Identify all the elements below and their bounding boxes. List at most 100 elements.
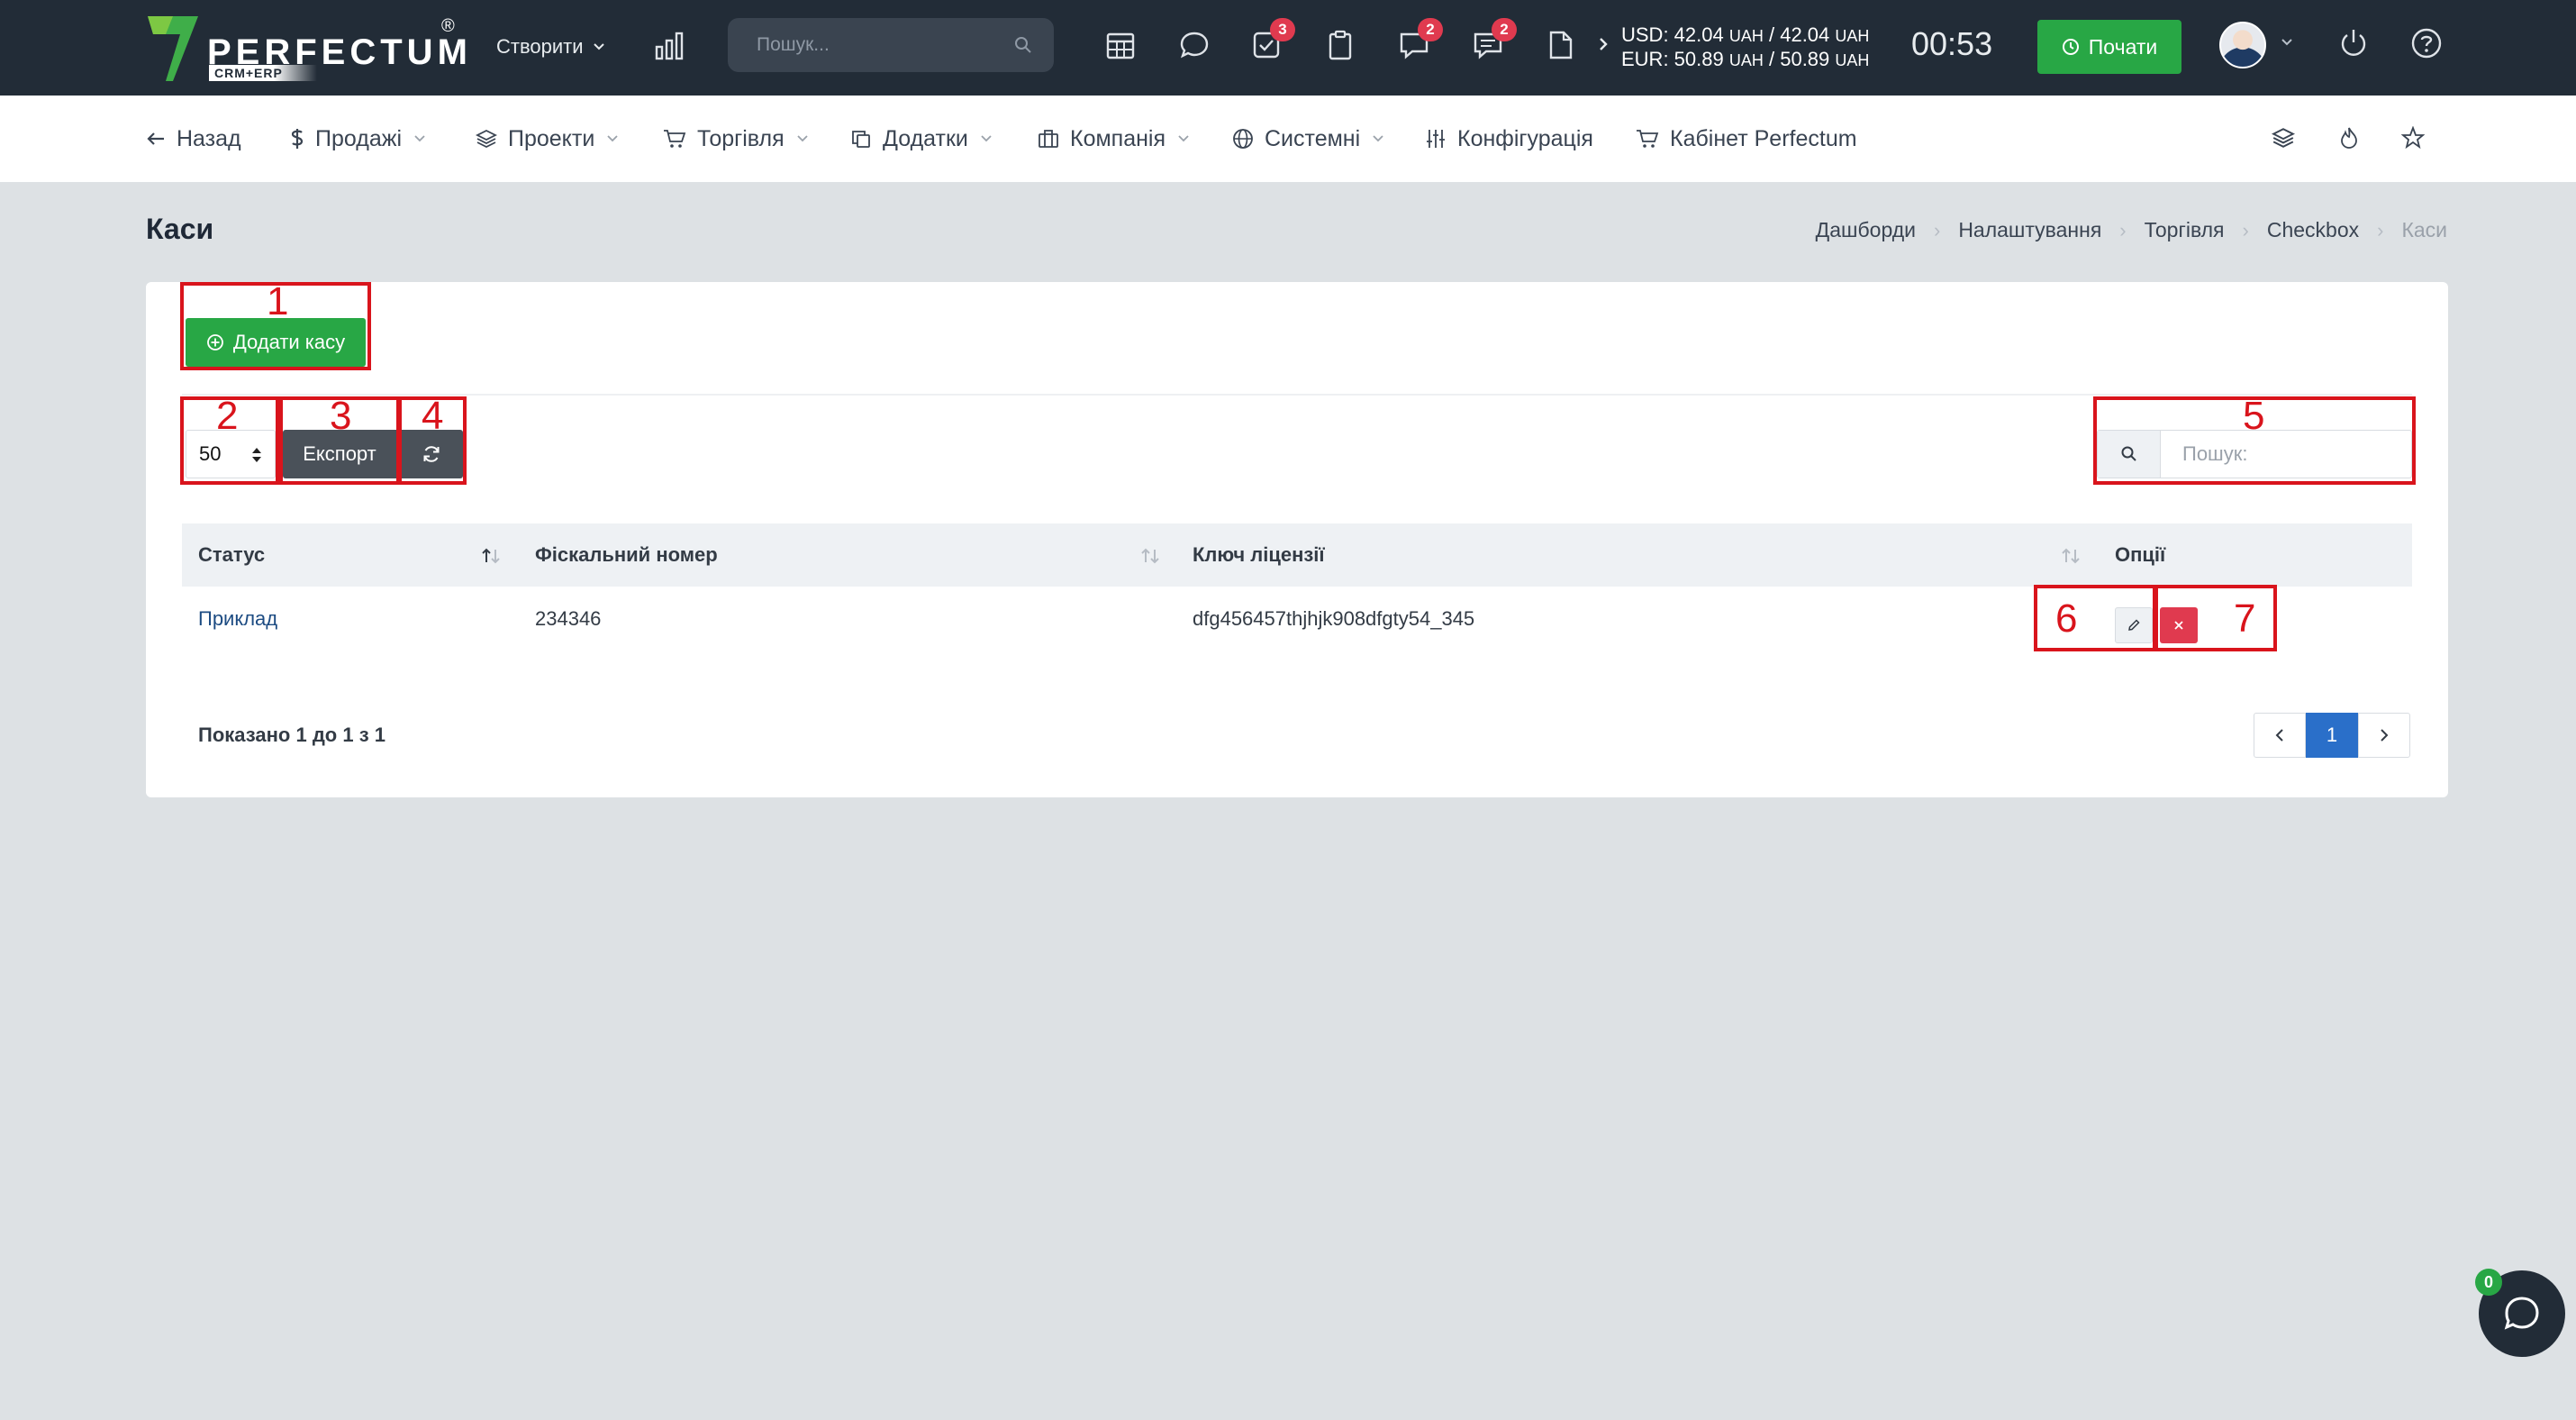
- table-search-input[interactable]: [2163, 431, 2406, 478]
- pencil-icon: [2128, 619, 2140, 631]
- annotation-label-4: 4: [422, 394, 444, 438]
- pagination-page[interactable]: 1: [2306, 713, 2358, 758]
- brand-registered-mark: ®: [441, 16, 455, 36]
- search-icon[interactable]: [1014, 36, 1032, 54]
- nav-back[interactable]: Назад: [146, 121, 241, 157]
- fire-icon[interactable]: [2338, 126, 2360, 150]
- delete-button[interactable]: [2160, 607, 2198, 643]
- column-options: Опції: [2115, 543, 2166, 566]
- tasks-badge: 3: [1270, 18, 1295, 41]
- search-icon-wrap: [2098, 431, 2161, 478]
- sort-icon[interactable]: [1140, 548, 1160, 564]
- power-icon[interactable]: [2338, 27, 2369, 59]
- column-status[interactable]: Статус: [198, 523, 265, 587]
- sort-icon[interactable]: [2061, 548, 2081, 564]
- bar-chart-icon[interactable]: [654, 31, 685, 61]
- chevron-down-icon: [1178, 135, 1189, 142]
- chevron-right-icon[interactable]: [1598, 36, 1609, 52]
- nav-cabinet-label: Кабінет Perfectum: [1670, 125, 1857, 151]
- annotation-label-3: 3: [330, 394, 352, 438]
- breadcrumb-dashboards[interactable]: Дашборди: [1816, 218, 1916, 242]
- breadcrumb-separator: ›: [2377, 218, 2384, 241]
- annotation-label-1: 1: [267, 279, 289, 323]
- user-avatar[interactable]: [2219, 22, 2266, 68]
- exchange-rates: USD: 42.04 UAH / 42.04 UAH EUR: 50.89 UA…: [1621, 23, 1869, 72]
- logo-mark-icon: [148, 16, 198, 81]
- nav-sales-label: Продажі: [315, 125, 402, 151]
- page-size-value: 50: [199, 442, 222, 465]
- sliders-icon: [1427, 130, 1445, 148]
- nav-config[interactable]: Конфігурація: [1425, 121, 1593, 157]
- globe-icon: [1233, 129, 1253, 149]
- row-status-link[interactable]: Приклад: [198, 587, 277, 651]
- nav-trade[interactable]: Торгівля: [663, 121, 808, 157]
- layers-icon[interactable]: [2272, 126, 2295, 150]
- nav-system[interactable]: Системні: [1232, 121, 1383, 157]
- top-search-input[interactable]: [728, 18, 998, 72]
- row-license-key: dfg456457thjhjk908dfgty54_345: [1193, 607, 1475, 630]
- nav-company[interactable]: Компанія: [1038, 121, 1189, 157]
- pagination-prev[interactable]: [2254, 713, 2306, 758]
- chevron-left-icon: [2275, 729, 2283, 742]
- breadcrumb-settings[interactable]: Налаштування: [1958, 218, 2101, 242]
- nav-projects[interactable]: Проекти: [476, 121, 618, 157]
- sort-arrows-icon: [252, 448, 261, 462]
- file-icon[interactable]: [1546, 29, 1576, 61]
- pagination: 1: [2254, 713, 2410, 758]
- start-timer-button[interactable]: Почати: [2037, 20, 2181, 74]
- sort-asc-icon[interactable]: [481, 548, 501, 564]
- chevron-down-icon: [797, 135, 808, 142]
- plus-circle-icon: [206, 334, 223, 350]
- breadcrumb-checkbox[interactable]: Checkbox: [2267, 218, 2359, 242]
- eur-rate: EUR: 50.89 UAH / 50.89 UAH: [1621, 48, 1870, 70]
- brand-logo[interactable]: PERFECTUM ® CRM+ERP: [146, 14, 467, 83]
- star-icon[interactable]: [2401, 126, 2425, 150]
- pagination-next[interactable]: [2358, 713, 2410, 758]
- edit-button[interactable]: [2115, 607, 2153, 643]
- comments-badge: 2: [1492, 18, 1517, 41]
- breadcrumb: Дашборди › Налаштування › Торгівля › Che…: [1816, 218, 2447, 242]
- breadcrumb-separator: ›: [2242, 218, 2249, 241]
- refresh-icon: [423, 446, 440, 462]
- row-fiscal-number: 234346: [535, 607, 602, 630]
- start-timer-label: Почати: [2088, 34, 2158, 59]
- breadcrumb-trade[interactable]: Торгівля: [2145, 218, 2225, 242]
- annotation-label-6: 6: [2055, 596, 2078, 641]
- breadcrumb-separator: ›: [1933, 218, 1941, 241]
- nav-addons[interactable]: Додатки: [850, 121, 992, 157]
- create-menu-button[interactable]: Створити: [496, 29, 605, 65]
- table-row: Приклад 234346 dfg456457thjhjk908dfgty54…: [182, 587, 2412, 651]
- chat-badge: 0: [2475, 1269, 2502, 1296]
- search-icon: [2121, 446, 2136, 461]
- add-register-label: Додати касу: [232, 331, 346, 353]
- chevron-right-icon: [2381, 729, 2389, 742]
- breadcrumb-current: Каси: [2401, 218, 2447, 241]
- chevron-down-icon[interactable]: [2281, 38, 2293, 47]
- nav-company-label: Компанія: [1070, 125, 1166, 151]
- arrow-left-icon: [147, 132, 164, 145]
- add-register-button[interactable]: Додати касу: [186, 318, 366, 367]
- column-fiscal-number[interactable]: Фіскальний номер: [535, 523, 718, 587]
- calendar-icon[interactable]: [1104, 29, 1137, 61]
- chat-bubble-icon[interactable]: [1178, 29, 1211, 61]
- chevron-down-icon: [593, 43, 604, 50]
- column-license-key[interactable]: Ключ ліцензії: [1193, 523, 1325, 587]
- clock-icon: [2062, 39, 2079, 55]
- briefcase-icon: [1039, 130, 1058, 148]
- chat-bubble-icon: [2504, 1297, 2539, 1330]
- tasks-button[interactable]: 3: [1250, 18, 1295, 61]
- cart-icon: [664, 130, 686, 148]
- messages-button[interactable]: 2: [1398, 18, 1443, 61]
- nav-trade-label: Торгівля: [697, 125, 785, 151]
- table-header: Статус Фіскальний номер Ключ ліцензії Оп…: [182, 523, 2412, 587]
- help-icon[interactable]: [2410, 27, 2443, 59]
- close-icon: [2174, 621, 2183, 630]
- annotation-label-5: 5: [2243, 394, 2265, 438]
- comments-button[interactable]: 2: [1472, 18, 1517, 61]
- nav-sales[interactable]: Продажі: [290, 121, 425, 157]
- clipboard-icon[interactable]: [1324, 29, 1356, 61]
- work-timer: 00:53: [1911, 25, 1993, 62]
- nav-cabinet[interactable]: Кабінет Perfectum: [1636, 121, 1857, 157]
- chevron-down-icon: [607, 135, 618, 142]
- top-search: [728, 18, 1054, 72]
